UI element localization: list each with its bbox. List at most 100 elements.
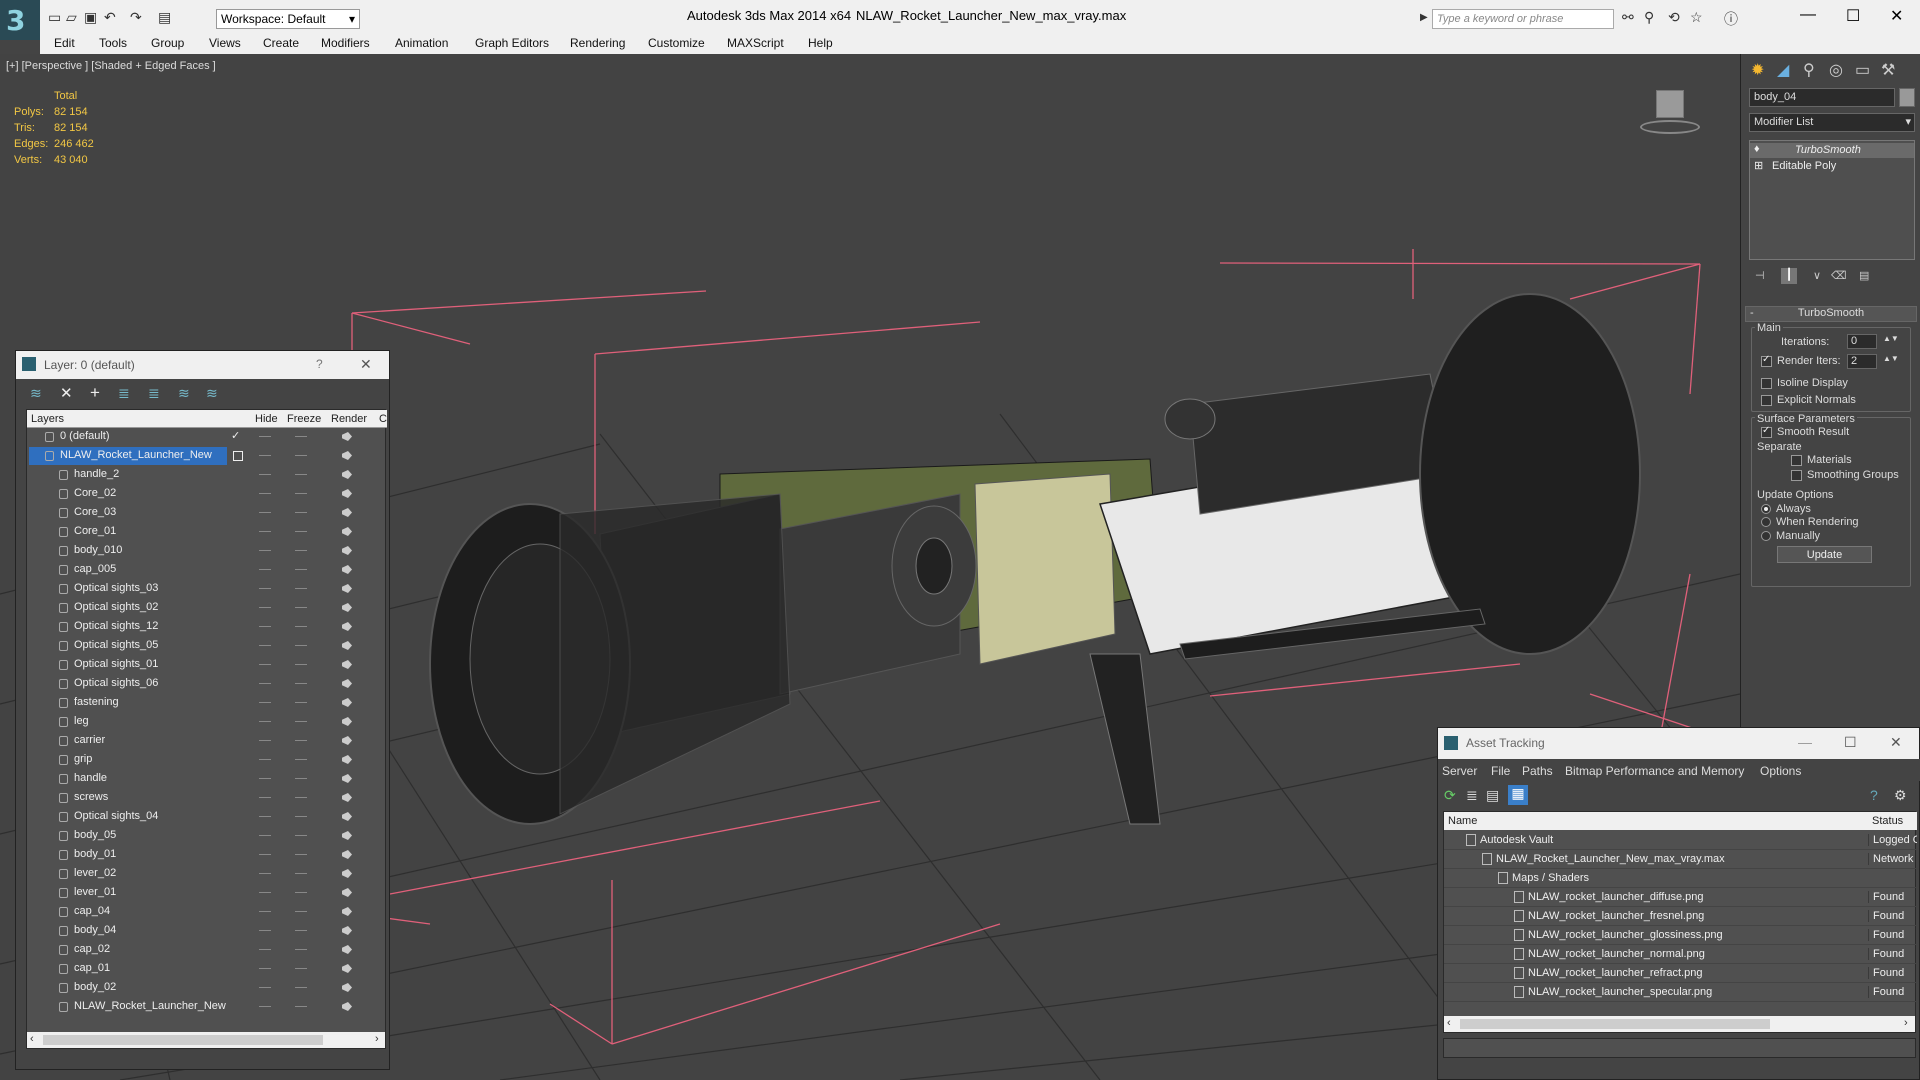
- layer-row[interactable]: body_01: [27, 846, 387, 865]
- freeze-toggle[interactable]: [295, 797, 307, 798]
- menu-customize[interactable]: Customize: [648, 36, 705, 50]
- layer-row[interactable]: cap_01: [27, 960, 387, 979]
- render-teapot-icon[interactable]: [342, 603, 352, 612]
- layer-row[interactable]: leg: [27, 713, 387, 732]
- col-name[interactable]: Name: [1448, 815, 1477, 827]
- configure-sets-icon[interactable]: ▤: [1859, 269, 1869, 282]
- menu-rendering[interactable]: Rendering: [570, 36, 625, 50]
- settings-icon[interactable]: ⚙: [1894, 787, 1907, 804]
- create-tab-icon[interactable]: ✹: [1751, 60, 1764, 80]
- hide-toggle[interactable]: [259, 569, 271, 570]
- viewport-label[interactable]: [+] [Perspective ] [Shaded + Edged Faces…: [6, 60, 216, 72]
- col-c[interactable]: C: [379, 413, 387, 425]
- render-teapot-icon[interactable]: [342, 793, 352, 802]
- hide-toggle[interactable]: [259, 607, 271, 608]
- layer-row[interactable]: ✓ 0 (default): [27, 428, 387, 447]
- binoculars-icon[interactable]: ⚯: [1622, 9, 1634, 26]
- list-view-icon[interactable]: ≣: [1466, 787, 1478, 804]
- app-logo-icon[interactable]: 3: [0, 0, 40, 40]
- search-input[interactable]: Type a keyword or phrase: [1432, 9, 1614, 29]
- menu-tools[interactable]: Tools: [99, 36, 127, 50]
- hide-toggle[interactable]: [259, 455, 271, 456]
- pin-stack-icon[interactable]: ⊣: [1755, 269, 1765, 282]
- make-unique-icon[interactable]: ∨: [1813, 269, 1821, 282]
- redo-icon[interactable]: ↷: [130, 9, 142, 26]
- freeze-toggle[interactable]: [295, 626, 307, 627]
- layer-row[interactable]: Optical sights_01: [27, 656, 387, 675]
- freeze-toggle[interactable]: [295, 930, 307, 931]
- maximize-icon[interactable]: ☐: [1846, 6, 1860, 26]
- hide-toggle[interactable]: [259, 474, 271, 475]
- layer-row[interactable]: Optical sights_02: [27, 599, 387, 618]
- stack-item-turbosmooth[interactable]: ♦ TurboSmooth: [1750, 143, 1914, 158]
- modify-tab-icon[interactable]: ◢: [1777, 60, 1789, 80]
- asset-row[interactable]: NLAW_rocket_launcher_refract.png Found: [1444, 964, 1917, 983]
- render-teapot-icon[interactable]: [342, 774, 352, 783]
- layer-row[interactable]: handle_2: [27, 466, 387, 485]
- layer-row[interactable]: carrier: [27, 732, 387, 751]
- add-to-layer-icon[interactable]: +: [90, 383, 100, 403]
- expand-plus-icon[interactable]: ⊞: [1754, 159, 1763, 172]
- hide-toggle[interactable]: [259, 702, 271, 703]
- help-icon[interactable]: ?: [1870, 787, 1878, 803]
- layer-row[interactable]: Optical sights_12: [27, 618, 387, 637]
- menu-edit[interactable]: Edit: [54, 36, 75, 50]
- render-teapot-icon[interactable]: [342, 945, 352, 954]
- asset-menu-server[interactable]: Server: [1442, 764, 1477, 778]
- layer-row[interactable]: body_010: [27, 542, 387, 561]
- menu-views[interactable]: Views: [209, 36, 241, 50]
- render-teapot-icon[interactable]: [342, 584, 352, 593]
- render-iters-spinner[interactable]: 2: [1847, 354, 1877, 369]
- freeze-toggle[interactable]: [295, 968, 307, 969]
- layer-row[interactable]: cap_02: [27, 941, 387, 960]
- hide-toggle[interactable]: [259, 835, 271, 836]
- render-teapot-icon[interactable]: [342, 432, 352, 441]
- col-hide[interactable]: Hide: [255, 413, 278, 425]
- hide-toggle[interactable]: [259, 626, 271, 627]
- smooth-result-checkbox[interactable]: [1761, 425, 1772, 438]
- render-teapot-icon[interactable]: [342, 489, 352, 498]
- hide-toggle[interactable]: [259, 721, 271, 722]
- freeze-toggle[interactable]: [295, 455, 307, 456]
- scroll-right-icon[interactable]: ›: [1904, 1017, 1908, 1029]
- update-button[interactable]: Update: [1777, 546, 1872, 563]
- horizontal-scrollbar[interactable]: ‹ ›: [27, 1032, 385, 1048]
- layer-row[interactable]: cap_005: [27, 561, 387, 580]
- col-layers[interactable]: Layers: [31, 413, 64, 425]
- freeze-toggle[interactable]: [295, 1006, 307, 1007]
- freeze-all-icon[interactable]: ≋: [206, 385, 218, 402]
- layer-row[interactable]: Optical sights_06: [27, 675, 387, 694]
- always-radio[interactable]: [1761, 504, 1771, 515]
- object-name-field[interactable]: body_04: [1749, 88, 1895, 107]
- render-teapot-icon[interactable]: [342, 831, 352, 840]
- freeze-toggle[interactable]: [295, 702, 307, 703]
- explicit-normals-checkbox[interactable]: [1761, 394, 1772, 406]
- layer-row[interactable]: Core_01: [27, 523, 387, 542]
- new-file-icon[interactable]: ▭: [48, 9, 61, 26]
- active-layer-box[interactable]: [233, 451, 243, 461]
- hide-toggle[interactable]: [259, 550, 271, 551]
- render-teapot-icon[interactable]: [342, 527, 352, 536]
- render-teapot-icon[interactable]: [342, 755, 352, 764]
- workspace-dropdown[interactable]: Workspace: Default ▾: [216, 9, 360, 29]
- hide-toggle[interactable]: [259, 664, 271, 665]
- hide-toggle[interactable]: [259, 531, 271, 532]
- freeze-toggle[interactable]: [295, 873, 307, 874]
- project-folder-icon[interactable]: ▤: [158, 9, 171, 26]
- motion-tab-icon[interactable]: ◎: [1829, 60, 1843, 80]
- asset-menu-file[interactable]: File: [1491, 764, 1510, 778]
- modifier-list-dropdown[interactable]: Modifier List ▾: [1749, 113, 1915, 132]
- hide-toggle[interactable]: [259, 436, 271, 437]
- maximize-icon[interactable]: ☐: [1844, 734, 1857, 751]
- hide-toggle[interactable]: [259, 778, 271, 779]
- render-iters-checkbox[interactable]: [1761, 354, 1772, 367]
- freeze-toggle[interactable]: [295, 474, 307, 475]
- save-file-icon[interactable]: ▣: [84, 9, 97, 26]
- table-view-icon[interactable]: ▦: [1508, 785, 1528, 805]
- render-teapot-icon[interactable]: [342, 812, 352, 821]
- col-render[interactable]: Render: [331, 413, 367, 425]
- freeze-toggle[interactable]: [295, 854, 307, 855]
- hide-toggle[interactable]: [259, 987, 271, 988]
- render-teapot-icon[interactable]: [342, 679, 352, 688]
- render-teapot-icon[interactable]: [342, 888, 352, 897]
